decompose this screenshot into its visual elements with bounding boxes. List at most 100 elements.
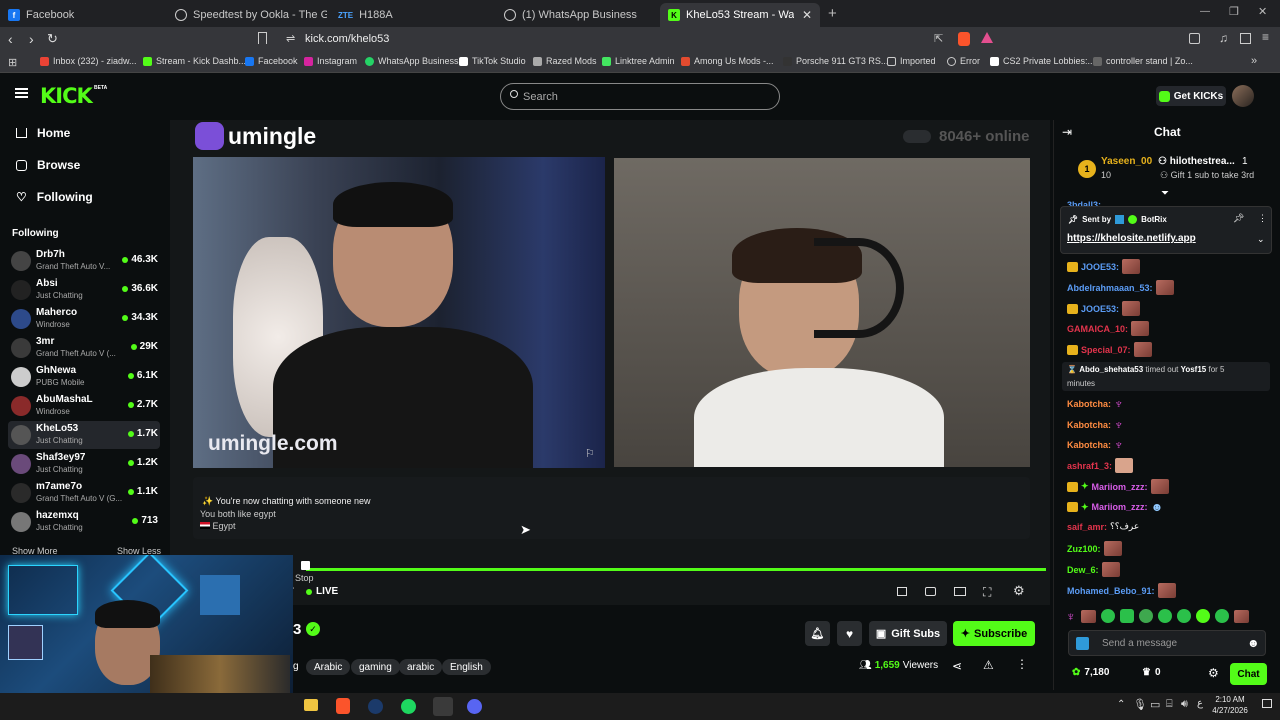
- emote-icon[interactable]: [1138, 609, 1153, 623]
- hamburger-menu-icon[interactable]: [15, 88, 28, 90]
- bookmark-tiktok[interactable]: TikTok Studio: [459, 56, 526, 66]
- steam-icon[interactable]: [368, 699, 383, 714]
- chat-username[interactable]: Mariiom_zzz:: [1092, 502, 1148, 512]
- expand-leaderboard-icon[interactable]: ⏷: [1161, 188, 1169, 199]
- report-flag-icon[interactable]: ⚐: [585, 447, 595, 460]
- discord-icon[interactable]: [467, 699, 482, 714]
- emote-icon[interactable]: [1195, 609, 1210, 623]
- spotify-icon[interactable]: [401, 699, 416, 714]
- sidebar-item-browse[interactable]: Browse: [16, 158, 80, 172]
- chat-username[interactable]: Kabotcha:: [1067, 420, 1111, 430]
- bookmark-razed[interactable]: Razed Mods: [533, 56, 597, 66]
- progress-handle[interactable]: [301, 561, 310, 570]
- obs-icon[interactable]: [433, 697, 453, 716]
- settings-gear-icon[interactable]: ⚙: [1013, 583, 1025, 599]
- chat-username[interactable]: saif_amr:: [1067, 522, 1107, 532]
- bookmark-controller-stand[interactable]: controller stand | Zo...: [1093, 56, 1193, 66]
- progress-track[interactable]: [306, 568, 1046, 571]
- back-icon[interactable]: ‹: [8, 31, 13, 47]
- sidebar-item-following[interactable]: ♡ Following: [16, 190, 93, 204]
- restore-icon[interactable]: ❐: [1229, 5, 1239, 18]
- gift-subs-button[interactable]: ▣ Gift Subs: [869, 621, 947, 646]
- emote-icon[interactable]: [1100, 609, 1115, 623]
- report-icon[interactable]: ⚠: [983, 658, 994, 672]
- volume-icon[interactable]: 🔊︎: [1181, 698, 1188, 711]
- microphone-icon[interactable]: 🎙︎: [1133, 698, 1147, 711]
- channel-item-active[interactable]: KheLo53 Just Chatting 1.7K: [8, 421, 160, 449]
- chat-username[interactable]: Dew_6:: [1067, 565, 1099, 575]
- channel-item[interactable]: hazemxq Just Chatting 713: [8, 508, 160, 536]
- channel-item[interactable]: 3mr Grand Theft Auto V (... 29K: [8, 334, 160, 362]
- kicks-balance[interactable]: ✿ 7,180: [1072, 667, 1109, 678]
- file-explorer-icon[interactable]: [304, 699, 318, 711]
- tab-whatsapp[interactable]: (1) WhatsApp Business: [496, 3, 656, 27]
- miniplayer-icon[interactable]: [897, 587, 907, 596]
- emote-icon[interactable]: ♆: [1066, 609, 1076, 624]
- chat-username[interactable]: Special_07:: [1081, 345, 1131, 355]
- chat-username[interactable]: JOOE53:: [1081, 262, 1119, 272]
- emote-icon[interactable]: [1233, 609, 1249, 623]
- bookmark-facebook[interactable]: Facebook: [245, 56, 298, 66]
- bookmark-inbox[interactable]: Inbox (232) - ziadw...: [40, 56, 137, 66]
- media-icon[interactable]: ♫: [1219, 31, 1228, 45]
- send-chat-button[interactable]: Chat: [1230, 663, 1267, 685]
- site-info-icon[interactable]: ⇌: [286, 32, 295, 45]
- channel-item[interactable]: Absi Just Chatting 36.6K: [8, 276, 160, 304]
- bookmark-cs2[interactable]: CS2 Private Lobbies:...: [990, 56, 1095, 66]
- forward-icon[interactable]: ›: [29, 31, 34, 47]
- channel-item[interactable]: Shaf3ey97 Just Chatting 1.2K: [8, 450, 160, 478]
- points-balance[interactable]: ♛ 0: [1142, 667, 1161, 678]
- tag-chip[interactable]: English: [442, 659, 491, 675]
- chat-username[interactable]: JOOE53:: [1081, 304, 1119, 314]
- brave-icon[interactable]: [336, 698, 350, 714]
- bookmark-kick-dashboard[interactable]: Stream - Kick Dashb...: [143, 56, 246, 66]
- bookmark-porsche[interactable]: Porsche 911 GT3 RS...: [783, 56, 888, 66]
- emote-icon[interactable]: [1080, 609, 1096, 623]
- bookmark-icon[interactable]: [258, 32, 267, 44]
- chat-username[interactable]: Mariiom_zzz:: [1092, 482, 1148, 492]
- network-icon[interactable]: ⌸: [1166, 698, 1173, 711]
- sidebar-toggle-icon[interactable]: [1189, 33, 1200, 44]
- pinned-menu-icon[interactable]: ⋮: [1258, 213, 1267, 224]
- tag-chip[interactable]: Arabic: [306, 659, 351, 675]
- fullscreen-icon[interactable]: ⛶: [983, 585, 991, 600]
- user-avatar[interactable]: [1232, 85, 1254, 107]
- close-tab-icon[interactable]: ✕: [802, 8, 812, 22]
- close-window-icon[interactable]: ✕: [1258, 5, 1267, 18]
- emoji-picker-icon[interactable]: ☻: [1247, 636, 1260, 650]
- chat-username[interactable]: Abdelrahmaaan_53:: [1067, 283, 1153, 293]
- chat-username[interactable]: GAMAICA_10:: [1067, 324, 1128, 334]
- pinned-expand-icon[interactable]: ⌄: [1257, 234, 1265, 245]
- kick-logo[interactable]: KICK: [40, 84, 93, 108]
- search-input[interactable]: Search: [523, 91, 558, 103]
- channel-item[interactable]: Drb7h Grand Theft Auto V... 46.3K: [8, 247, 160, 275]
- share-icon[interactable]: ⇱: [934, 32, 943, 45]
- tray-chevron-icon[interactable]: ⌃: [1117, 699, 1125, 710]
- chat-username[interactable]: Zuz100:: [1067, 544, 1101, 554]
- bookmark-linktree[interactable]: Linktree Admin: [602, 56, 675, 66]
- channel-item[interactable]: AbuMashaL Windrose 2.7K: [8, 392, 160, 420]
- follow-button[interactable]: ♥: [837, 621, 862, 646]
- chat-input[interactable]: Send a message: [1102, 638, 1177, 649]
- display-icon[interactable]: ▭: [1150, 698, 1160, 711]
- channel-item[interactable]: m7ame7o Grand Theft Auto V (G... 1.1K: [8, 479, 160, 507]
- bookmark-instagram[interactable]: Instagram: [304, 56, 357, 66]
- language-indicator-icon[interactable]: ع: [1197, 698, 1203, 709]
- url-field[interactable]: kick.com/khelo53: [305, 33, 389, 45]
- chat-username[interactable]: Kabotcha:: [1067, 440, 1111, 450]
- split-view-icon[interactable]: [1240, 33, 1251, 44]
- tab-kick-stream[interactable]: K KheLo53 Stream - Watch Live on ✕: [660, 3, 820, 27]
- tag-chip[interactable]: arabic: [399, 659, 443, 675]
- search-box[interactable]: Search: [500, 83, 780, 110]
- menu-icon[interactable]: ≡: [1262, 30, 1269, 44]
- theater-mode-icon[interactable]: [954, 587, 966, 596]
- emote-icon[interactable]: [1119, 609, 1134, 623]
- minimize-icon[interactable]: —: [1200, 6, 1210, 17]
- get-kicks-button[interactable]: Get KICKs: [1156, 86, 1226, 106]
- notifications-icon[interactable]: [1262, 699, 1272, 708]
- bookmark-imported[interactable]: Imported: [887, 56, 936, 66]
- chat-input-box[interactable]: Send a message ☻: [1068, 630, 1266, 656]
- tab-facebook[interactable]: f Facebook: [0, 3, 165, 27]
- tab-router[interactable]: ZTE H188A: [330, 3, 495, 27]
- share-icon[interactable]: ⋖: [952, 659, 962, 673]
